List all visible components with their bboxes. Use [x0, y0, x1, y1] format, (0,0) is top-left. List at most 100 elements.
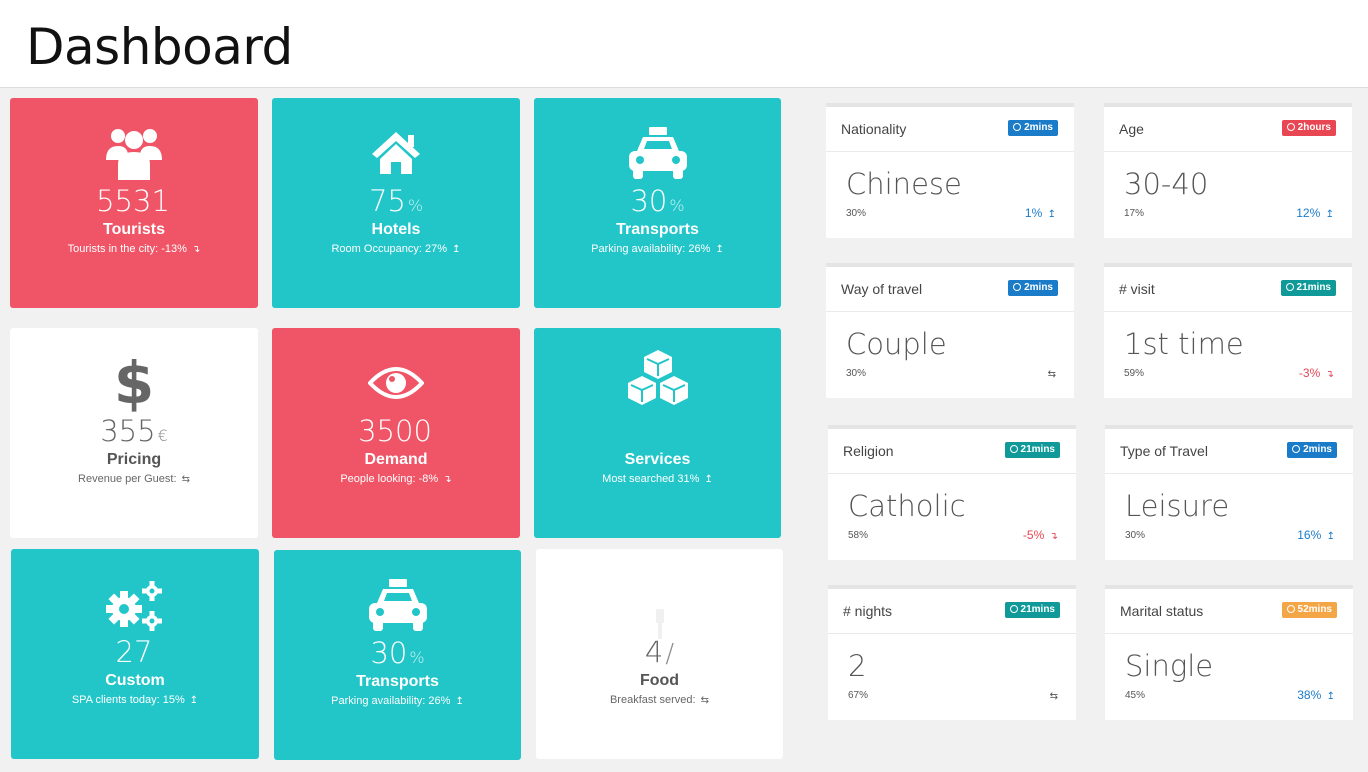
tile-hotels[interactable]: 75% Hotels Room Occupancy: 27% ↥	[272, 98, 520, 308]
card-value: Leisure	[1125, 489, 1230, 523]
time-badge: 21mins	[1280, 280, 1336, 296]
clock-icon	[1013, 123, 1022, 131]
card-value: Chinese	[846, 167, 962, 201]
cubes-icon	[534, 348, 781, 410]
tile-value: 30%	[630, 184, 685, 218]
tile-demand[interactable]: 3500 Demand People looking: -8% ↴	[272, 328, 520, 538]
taxi-icon	[274, 574, 521, 636]
tile-value: 355 €	[100, 414, 168, 448]
tile-label: Transports	[616, 221, 699, 238]
card-header: # visit 21mins	[1104, 267, 1352, 312]
tile-subtitle: Tourists in the city: -13% ↴	[67, 243, 201, 255]
tile-value: 75%	[368, 184, 424, 218]
tile-label: Pricing	[106, 451, 162, 468]
tile-subtitle: Revenue per Guest: ⇆	[78, 473, 190, 485]
time-badge: 2mins	[1008, 280, 1058, 296]
card-percent: 30%	[846, 368, 867, 379]
tile-value: 30%	[370, 636, 425, 670]
tile-subtitle: People looking: -8% ↴	[340, 473, 452, 485]
arrow-up-icon: ↥	[452, 244, 461, 255]
card-title: Way of travel	[841, 281, 923, 297]
card-trend: -5% ↴	[1022, 528, 1058, 542]
retweet-icon: ⇆	[181, 474, 190, 485]
tile-pricing[interactable]: $ 355 € Pricing Revenue per Guest: ⇆	[10, 328, 258, 538]
card-header: Religion 21mins	[828, 429, 1076, 474]
time-badge: 52mins	[1281, 602, 1337, 618]
card-nights[interactable]: # nights 21mins 2 67% ⇆	[828, 585, 1076, 720]
tile-value: 4/	[644, 635, 675, 669]
card-title: # visit	[1119, 281, 1155, 297]
tile-subtitle: Parking availability: 26% ↥	[591, 243, 724, 255]
card-trend: 16% ↥	[1297, 528, 1335, 542]
tile-transports-2[interactable]: 30% Transports Parking availability: 26%…	[274, 550, 521, 760]
dollar-icon: $	[113, 349, 155, 417]
card-value: 30-40	[1124, 167, 1209, 201]
card-percent: 58%	[848, 530, 869, 541]
users-icon	[10, 122, 258, 184]
card-value: Single	[1125, 649, 1214, 683]
tile-value: 27	[115, 635, 153, 669]
card-percent: 30%	[846, 208, 867, 219]
tile-subtitle: SPA clients today: 15% ↥	[71, 694, 199, 706]
card-value: Catholic	[848, 489, 966, 523]
tile-value: 3500	[358, 414, 432, 448]
home-icon	[272, 122, 520, 184]
clock-icon	[1009, 445, 1018, 453]
tile-food[interactable]: 4/ Food Breakfast served: ⇆	[536, 549, 783, 759]
tile-label: Hotels	[371, 221, 421, 238]
card-nationality[interactable]: Nationality 2mins Chinese 30% 1% ↥	[826, 103, 1074, 238]
gears-icon	[11, 575, 259, 637]
card-title: Type of Travel	[1120, 443, 1208, 459]
card-header: # nights 21mins	[828, 589, 1076, 634]
tile-subtitle: Most searched 31% ↥	[602, 473, 713, 485]
arrow-down-icon: ↴	[443, 474, 452, 485]
arrow-up-icon: ↥	[1326, 691, 1335, 702]
retweet-icon: ⇆	[700, 695, 710, 706]
tile-value	[534, 414, 781, 453]
tile-services[interactable]: Services Most searched 31% ↥	[534, 328, 781, 538]
card-way-of-travel[interactable]: Way of travel 2mins Couple 30% ⇆	[826, 263, 1074, 398]
tile-label: Custom	[105, 672, 165, 689]
card-religion[interactable]: Religion 21mins Catholic 58% -5% ↴	[828, 425, 1076, 560]
card-title: Marital status	[1120, 603, 1204, 619]
card-header: Type of Travel 2mins	[1105, 429, 1353, 474]
tile-subtitle: Room Occupancy: 27% ↥	[331, 243, 461, 255]
arrow-down-icon: ↴	[1049, 531, 1058, 542]
tile-subtitle: Breakfast served: ⇆	[609, 694, 710, 706]
card-value: 1st time	[1124, 327, 1244, 361]
eye-icon	[272, 352, 520, 414]
card-type-of-travel[interactable]: Type of Travel 2mins Leisure 30% 16% ↥	[1105, 425, 1353, 560]
clock-icon	[1285, 283, 1294, 291]
tile-label: Tourists	[103, 221, 165, 238]
tile-label: Food	[639, 672, 680, 689]
arrow-up-icon: ↥	[1047, 209, 1056, 220]
page-title: Dashboard	[26, 18, 293, 76]
card-header: Way of travel 2mins	[826, 267, 1074, 312]
page-header: Dashboard	[0, 0, 1368, 88]
tile-tourists[interactable]: 5531 Tourists Tourists in the city: -13%…	[10, 98, 258, 308]
arrow-down-icon: ↴	[191, 244, 201, 255]
retweet-icon: ⇆	[1049, 691, 1058, 702]
card-value: Couple	[846, 327, 947, 361]
tile-label: Demand	[364, 451, 428, 468]
arrow-up-icon: ↥	[1326, 531, 1335, 542]
card-percent: 30%	[1125, 530, 1146, 541]
retweet-icon: ⇆	[1047, 369, 1056, 380]
card-percent: 59%	[1124, 368, 1145, 379]
card-trend: ⇆	[1048, 688, 1058, 702]
tile-custom[interactable]: 27 Custom SPA clients today: 15% ↥	[11, 549, 259, 759]
card-header: Marital status 52mins	[1105, 589, 1353, 634]
tile-transports[interactable]: 30% Transports Parking availability: 26%…	[534, 98, 781, 308]
card-trend: 38% ↥	[1297, 688, 1335, 702]
card-visit[interactable]: # visit 21mins 1st time 59% -3% ↴	[1104, 263, 1352, 398]
time-badge: 2mins	[1008, 120, 1058, 136]
arrow-down-icon: ↴	[1325, 369, 1334, 380]
arrow-up-icon: ↥	[455, 696, 464, 707]
card-marital-status[interactable]: Marital status 52mins Single 45% 38% ↥	[1105, 585, 1353, 720]
time-badge: 2mins	[1287, 442, 1337, 458]
card-percent: 67%	[848, 690, 869, 701]
taxi-icon	[534, 122, 781, 184]
clock-icon	[1013, 283, 1022, 291]
card-age[interactable]: Age 2hours 30-40 17% 12% ↥	[1104, 103, 1352, 238]
clock-icon	[1009, 605, 1018, 613]
